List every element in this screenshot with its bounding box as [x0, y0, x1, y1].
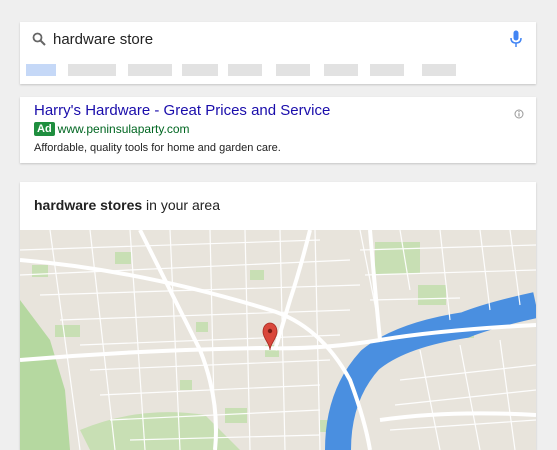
- tab-7[interactable]: [324, 64, 358, 76]
- info-icon[interactable]: [514, 109, 524, 119]
- google-logo-fragment: [240, 0, 300, 4]
- ad-url[interactable]: www.peninsulaparty.com: [58, 122, 190, 136]
- search-row[interactable]: hardware store: [20, 22, 536, 56]
- tab-3[interactable]: [128, 64, 172, 76]
- search-box: hardware store: [20, 22, 536, 84]
- tab-4[interactable]: [182, 64, 218, 76]
- ad-badge: Ad: [34, 122, 55, 136]
- search-icon[interactable]: [32, 32, 46, 46]
- local-results-card: hardware stores in your area: [20, 182, 536, 450]
- ad-description: Affordable, quality tools for home and g…: [34, 142, 281, 154]
- tab-8[interactable]: [370, 64, 404, 76]
- local-heading: hardware stores in your area: [34, 196, 220, 214]
- search-tabs: [20, 60, 536, 80]
- local-heading-bold: hardware stores: [34, 197, 143, 213]
- tab-2[interactable]: [68, 64, 116, 76]
- microphone-icon[interactable]: [510, 30, 522, 48]
- search-input[interactable]: hardware store: [53, 31, 153, 49]
- tab-6[interactable]: [276, 64, 310, 76]
- ad-result: Harry's Hardware - Great Prices and Serv…: [20, 97, 536, 163]
- tab-5[interactable]: [228, 64, 262, 76]
- ad-url-line: Ad www.peninsulaparty.com: [34, 122, 190, 137]
- local-heading-rest: in your area: [142, 197, 220, 213]
- map[interactable]: [20, 230, 536, 450]
- ad-title-link[interactable]: Harry's Hardware - Great Prices and Serv…: [34, 101, 330, 120]
- tab-all[interactable]: [26, 64, 56, 76]
- tab-9[interactable]: [422, 64, 456, 76]
